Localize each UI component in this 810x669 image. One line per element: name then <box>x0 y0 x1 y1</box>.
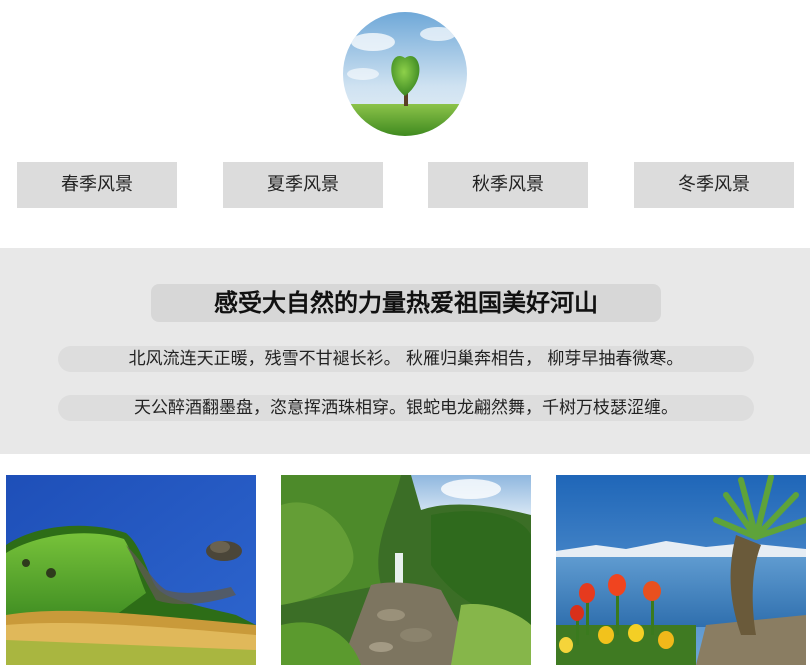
nav-winter-scenery[interactable]: 冬季风景 <box>634 162 794 208</box>
banner-title: 感受大自然的力量热爱祖国美好河山 <box>151 284 661 322</box>
photo-waterfall-valley[interactable] <box>281 475 531 665</box>
photo-lakeside-tulips[interactable] <box>556 475 806 665</box>
season-nav: 春季风景 夏季风景 秋季风景 冬季风景 <box>0 162 810 208</box>
nav-spring-scenery[interactable]: 春季风景 <box>17 162 177 208</box>
poem-banner: 感受大自然的力量热爱祖国美好河山 北风流连天正暖，残雪不甘褪长衫。 秋雁归巢奔相… <box>0 248 810 454</box>
poem-line-2: 天公醉酒翻墨盘，恣意挥洒珠相穿。银蛇电龙翩然舞，千树万枝瑟涩缠。 <box>58 395 754 421</box>
waterfall-valley-photo <box>281 475 531 665</box>
nav-autumn-scenery[interactable]: 秋季风景 <box>428 162 588 208</box>
poem-line-1: 北风流连天正暖，残雪不甘褪长衫。 秋雁归巢奔相告， 柳芽早抽春微寒。 <box>58 346 754 372</box>
photo-coastal-meadow[interactable] <box>6 475 256 665</box>
lakeside-tulips-photo <box>556 475 806 665</box>
nav-summer-scenery[interactable]: 夏季风景 <box>223 162 383 208</box>
coastal-meadow-photo <box>6 475 256 665</box>
site-logo[interactable] <box>343 12 467 136</box>
heart-tree-icon <box>343 12 467 136</box>
page: 春季风景 夏季风景 秋季风景 冬季风景 感受大自然的力量热爱祖国美好河山 北风流… <box>0 0 810 669</box>
